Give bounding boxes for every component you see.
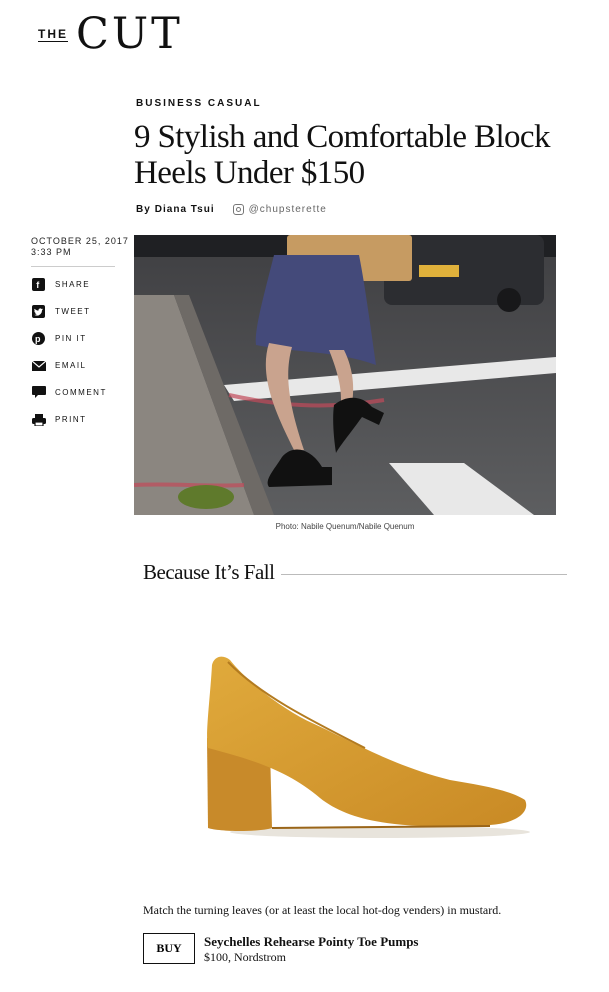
share-facebook-label: SHARE (55, 280, 91, 289)
share-twitter-label: TWEET (55, 307, 91, 316)
share-pinterest-button[interactable]: p PIN IT (31, 325, 107, 352)
article-title: 9 Stylish and Comfortable Block Heels Un… (134, 119, 550, 191)
section-heading: Because It’s Fall (143, 560, 275, 584)
byline: By Diana Tsui @chupsterette (136, 204, 327, 215)
product-caption: Match the turning leaves (or at least th… (143, 903, 502, 917)
email-icon (31, 359, 46, 372)
comment-button[interactable]: COMMENT (31, 379, 107, 406)
product-name[interactable]: Seychelles Rehearse Pointy Toe Pumps (204, 934, 419, 950)
instagram-icon (232, 204, 244, 215)
comment-label: COMMENT (55, 388, 107, 397)
share-email-label: EMAIL (55, 361, 87, 370)
share-rail: f SHARE TWEET p PIN IT EMAIL COMMENT PRI… (31, 271, 107, 433)
site-logo[interactable]: THE CUT (38, 12, 183, 56)
article-rubric[interactable]: BUSINESS CASUAL (136, 98, 262, 109)
comment-icon (31, 386, 46, 399)
divider (31, 266, 115, 267)
publish-date-time: 3:33 PM (31, 247, 72, 257)
facebook-icon: f (31, 278, 46, 291)
photo-credit: Photo: Nabile Quenum/Nabile Quenum (275, 522, 415, 531)
twitter-icon (31, 305, 46, 318)
section-divider (281, 573, 567, 575)
publish-date-day: OCTOBER 25, 2017 (31, 236, 129, 246)
logo-the: THE (38, 27, 68, 42)
publish-date: OCTOBER 25, 2017 3:33 PM (31, 236, 129, 258)
share-facebook-button[interactable]: f SHARE (31, 271, 107, 298)
print-label: PRINT (55, 415, 87, 424)
logo-cut: CUT (76, 9, 183, 59)
share-twitter-button[interactable]: TWEET (31, 298, 107, 325)
buy-button[interactable]: BUY (143, 933, 195, 964)
author-link[interactable]: Diana Tsui (155, 204, 215, 215)
byline-prefix: By (136, 204, 151, 215)
print-icon (31, 413, 46, 426)
instagram-handle[interactable]: @chupsterette (249, 204, 327, 215)
product-image[interactable] (190, 640, 540, 850)
share-email-button[interactable]: EMAIL (31, 352, 107, 379)
hero-photo (134, 235, 556, 515)
print-button[interactable]: PRINT (31, 406, 107, 433)
section-header: Because It’s Fall (143, 560, 567, 585)
share-pinterest-label: PIN IT (55, 334, 87, 343)
pinterest-icon: p (31, 332, 46, 345)
product-price: $100, Nordstrom (204, 950, 286, 964)
